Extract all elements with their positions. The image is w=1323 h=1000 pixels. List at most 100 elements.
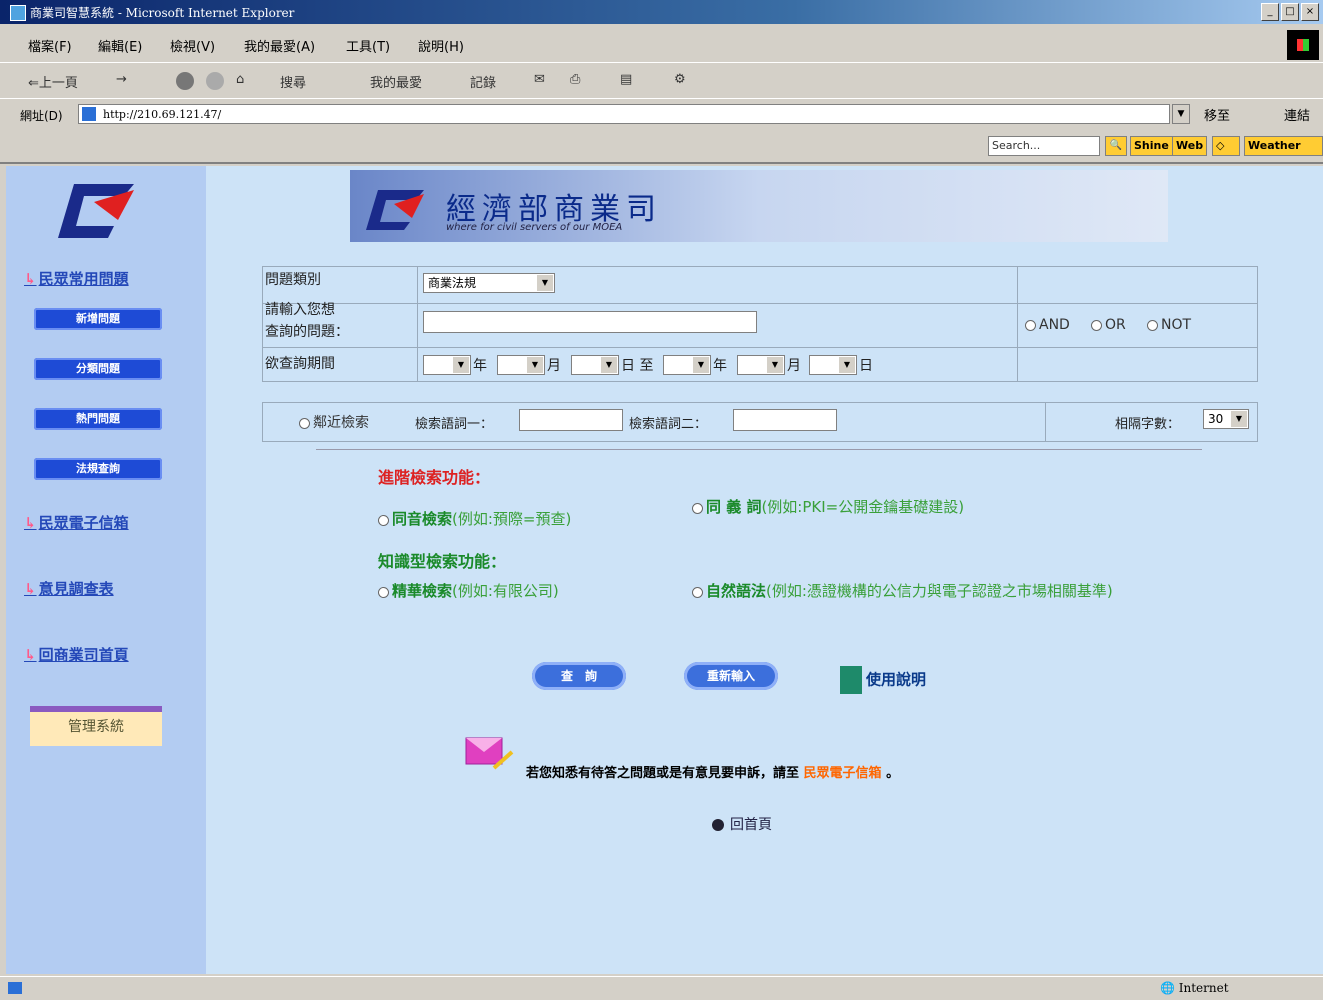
end-month-select[interactable]: ▼ (737, 355, 785, 375)
term1-label: 檢索語詞一： (415, 417, 494, 432)
sidebar-button-regulations[interactable]: 法規查詢 (34, 458, 162, 480)
edit-icon[interactable]: ▤ (620, 72, 632, 87)
homophone-label: 同音檢索 (392, 510, 453, 528)
sidebar-button-category[interactable]: 分類問題 (34, 358, 162, 380)
menu-view[interactable]: 檢視(V) (170, 36, 215, 55)
mail-icon[interactable]: ✉ (534, 72, 545, 87)
sidebar-button-popular[interactable]: 熱門問題 (34, 408, 162, 430)
ministry-logo-icon (58, 184, 134, 238)
option-natural[interactable]: 自然語法(例如:憑證機構的公信力與電子認證之市場相關基準) (692, 580, 1142, 603)
back-button[interactable]: ⇐上一頁 (28, 72, 78, 91)
sidebar-link-survey[interactable]: 意見調查表 (24, 578, 114, 599)
menu-tools[interactable]: 工具(T) (346, 36, 390, 55)
radio-exact[interactable] (378, 584, 392, 600)
home-icon[interactable]: ⌂ (236, 72, 244, 87)
unit-month: 月 (547, 358, 561, 374)
radio-synonym[interactable] (692, 500, 706, 516)
home-link[interactable]: 回首頁 (712, 814, 772, 834)
category-value: 商業法規 (428, 276, 477, 290)
radio-natural[interactable] (692, 584, 706, 600)
radio-or-label: OR (1105, 317, 1126, 333)
exact-label: 精華檢索 (392, 582, 453, 600)
search-button[interactable]: 搜尋 (280, 72, 306, 91)
address-dropdown-icon[interactable]: ▼ (1172, 104, 1190, 124)
menu-edit[interactable]: 編輯(E) (98, 36, 142, 55)
question-input[interactable] (423, 311, 757, 333)
knowledge-title: 知識型檢索功能： (378, 552, 507, 571)
forward-icon[interactable]: → (116, 72, 127, 87)
exact-example: (例如:有限公司) (452, 582, 559, 600)
sidebar-link-email[interactable]: 民眾電子信箱 (24, 512, 129, 533)
stop-icon[interactable] (176, 72, 194, 90)
minimize-button[interactable]: _ (1261, 3, 1279, 21)
category-select[interactable]: 商業法規 ▼ (423, 273, 555, 293)
chevron-down-icon: ▼ (527, 357, 543, 373)
radio-not[interactable]: NOT (1147, 317, 1191, 333)
address-label: 網址(D) (20, 109, 63, 123)
search-icon[interactable]: 🔍 (1105, 136, 1127, 156)
links-button[interactable]: 連結 (1284, 105, 1310, 124)
radio-proximity[interactable]: 鄰近檢索 (299, 412, 369, 432)
sidebar-link-home[interactable]: 回商業司首頁 (24, 644, 129, 665)
bullet-icon (712, 819, 724, 831)
go-button[interactable]: 移至 (1204, 105, 1230, 124)
query-button[interactable]: 查 詢 (532, 662, 626, 690)
favorites-button[interactable]: 我的最愛 (370, 72, 422, 91)
chevron-down-icon: ▼ (537, 275, 553, 291)
term1-input[interactable] (519, 409, 623, 431)
admin-system-button[interactable]: 管理系統 (30, 706, 162, 746)
advanced-title: 進階檢索功能： (378, 468, 491, 487)
radio-homophone[interactable] (378, 512, 392, 528)
unit-day-2: 日 (859, 358, 873, 374)
mailbox-icon (465, 737, 514, 770)
start-day-select[interactable]: ▼ (571, 355, 619, 375)
window-title: 商業司智慧系統 - Microsoft Internet Explorer (30, 6, 295, 20)
option-synonym[interactable]: 同 義 詞(例如:PKI=公開金鑰基礎建設) (692, 496, 1032, 519)
option-exact[interactable]: 精華檢索(例如:有限公司) (378, 580, 678, 603)
help-link[interactable]: 使用說明 (840, 666, 926, 694)
chevron-down-icon: ▼ (1231, 411, 1247, 427)
maximize-button[interactable]: □ (1281, 3, 1299, 21)
web-button[interactable]: Web (1172, 136, 1208, 156)
help-label: 使用說明 (866, 670, 927, 689)
option-homophone[interactable]: 同音檢索(例如:預際=預查) (378, 508, 658, 531)
menu-file[interactable]: 檔案(F) (28, 36, 72, 55)
refresh-icon[interactable] (206, 72, 224, 90)
end-day-select[interactable]: ▼ (809, 355, 857, 375)
sidebar-button-new[interactable]: 新增問題 (34, 308, 162, 330)
start-year-select[interactable]: ▼ (423, 355, 471, 375)
term2-input[interactable] (733, 409, 837, 431)
query-form: 問題類別 商業法規 ▼ 請輸入您想 查詢的問題： AND OR NOT 欲查詢期… (262, 266, 1258, 382)
reset-button[interactable]: 重新輸入 (684, 662, 778, 690)
shine-button[interactable]: Shine (1130, 136, 1173, 156)
radio-not-label: NOT (1161, 317, 1192, 333)
radio-and[interactable]: AND (1025, 317, 1070, 333)
status-bar: 🌐 Internet (0, 976, 1323, 1000)
chevron-down-icon: ▼ (839, 357, 855, 373)
page-content: 民眾常用問題 新增問題 分類問題 熱門問題 法規查詢 民眾電子信箱 意見調查表 … (6, 166, 1323, 974)
start-month-select[interactable]: ▼ (497, 355, 545, 375)
weather-button[interactable]: Weather (1244, 136, 1323, 156)
highlight-icon[interactable]: ◇ (1212, 136, 1240, 156)
unit-year-2: 年 (713, 358, 727, 374)
menu-help[interactable]: 說明(H) (418, 36, 464, 55)
distance-label: 相隔字數： (1115, 417, 1181, 432)
print-icon[interactable]: ⎙ (570, 72, 580, 87)
menu-bar: 檔案(F) 編輯(E) 檢視(V) 我的最愛(A) 工具(T) 說明(H) (0, 26, 1323, 63)
address-input[interactable]: http://210.69.121.47/ (78, 104, 1170, 124)
notice-email-link[interactable]: 民眾電子信箱 (804, 766, 882, 781)
end-year-select[interactable]: ▼ (663, 355, 711, 375)
page-status-icon (8, 982, 22, 994)
radio-or[interactable]: OR (1091, 317, 1126, 333)
messenger-icon[interactable]: ⚙ (674, 72, 686, 87)
unit-year: 年 (473, 358, 487, 374)
chevron-down-icon: ▼ (767, 357, 783, 373)
close-button[interactable]: × (1301, 3, 1319, 21)
history-button[interactable]: 記錄 (470, 72, 496, 91)
page-icon (82, 107, 96, 121)
sidebar-link-faq[interactable]: 民眾常用問題 (24, 268, 129, 289)
search-input[interactable]: Search... (988, 136, 1100, 156)
distance-select[interactable]: 30 ▼ (1203, 409, 1249, 429)
toolbar: ⇐上一頁 → ⌂ 搜尋 我的最愛 記錄 ✉ ⎙ ▤ ⚙ (0, 64, 1323, 99)
menu-favorites[interactable]: 我的最愛(A) (244, 36, 315, 55)
